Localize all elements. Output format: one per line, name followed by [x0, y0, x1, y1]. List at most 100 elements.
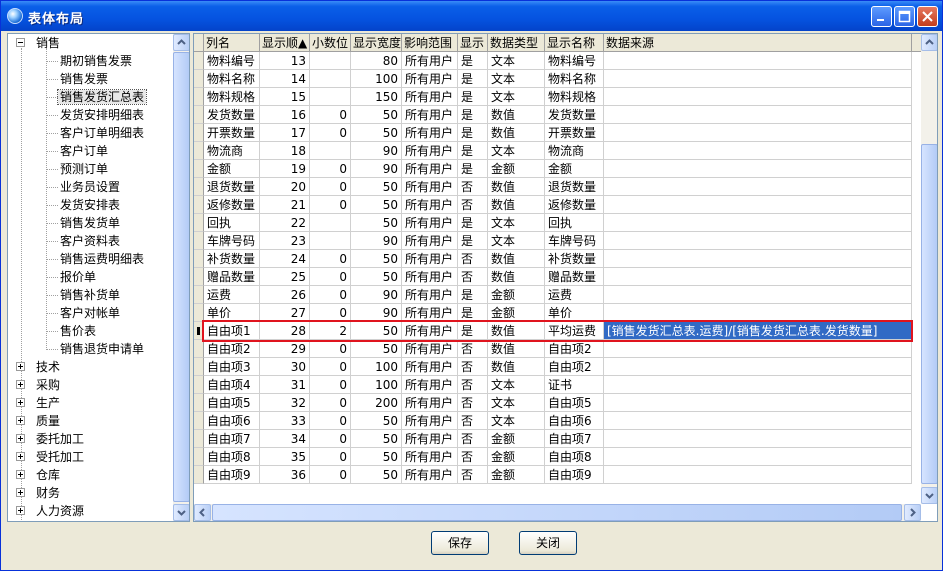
grid-cell[interactable]: 20 [260, 178, 310, 196]
grid-cell[interactable]: 自由项4 [204, 376, 260, 394]
grid-cell[interactable]: 0 [310, 304, 351, 322]
grid-cell[interactable]: 退货数量 [545, 178, 604, 196]
grid-cell[interactable]: 100 [351, 358, 402, 376]
grid-cell[interactable]: 50 [351, 124, 402, 142]
layout-grid[interactable]: 列名 显示顺▲ 小数位 显示宽度 影响范围 显示 数据类型 显示名称 数据来源 物料编号 13 80… [193, 33, 938, 522]
grid-cell[interactable] [604, 250, 912, 268]
row-indicator[interactable] [194, 358, 204, 376]
grid-cell[interactable]: 文本 [488, 412, 545, 430]
grid-cell[interactable]: 文本 [488, 88, 545, 106]
grid-cell[interactable]: 23 [260, 232, 310, 250]
grid-cell[interactable]: 所有用户 [402, 106, 458, 124]
grid-cell[interactable]: 0 [310, 340, 351, 358]
table-row[interactable]: 物料编号 13 80 所有用户是文本 物料编号 [194, 52, 912, 70]
grid-cell[interactable]: 发货数量 [545, 106, 604, 124]
grid-cell[interactable]: 50 [351, 322, 402, 340]
tree-scroll-down-button[interactable] [173, 504, 189, 521]
grid-cell[interactable]: 自由项5 [204, 394, 260, 412]
row-indicator[interactable] [194, 196, 204, 214]
grid-cell[interactable]: 文本 [488, 394, 545, 412]
table-row[interactable]: 自由项6 33 0 50 所有用户否文本 自由项6 [194, 412, 912, 430]
table-row[interactable]: 自由项1 28 2 50 所有用户是数值 平均运费 [销售发货汇总表.运费]/[销售发货汇总… [194, 322, 912, 340]
row-indicator[interactable] [194, 160, 204, 178]
grid-cell[interactable]: 文本 [488, 376, 545, 394]
grid-cell[interactable] [604, 394, 912, 412]
grid-cell[interactable] [604, 70, 912, 88]
grid-cell[interactable]: 开票数量 [204, 124, 260, 142]
grid-cell[interactable] [604, 124, 912, 142]
tree-node-sales-child[interactable]: 业务员设置 [58, 178, 122, 196]
grid-cell[interactable] [310, 142, 351, 160]
tree-node-module[interactable]: 采购 [34, 376, 62, 394]
grid-cell[interactable]: 否 [458, 178, 488, 196]
grid-cell[interactable]: 物料规格 [204, 88, 260, 106]
row-indicator[interactable] [194, 70, 204, 88]
grid-cell[interactable]: 金额 [545, 160, 604, 178]
grid-cell[interactable]: 物料编号 [204, 52, 260, 70]
grid-cell[interactable]: 0 [310, 250, 351, 268]
row-indicator[interactable] [194, 304, 204, 322]
grid-cell[interactable]: 金额 [488, 430, 545, 448]
tree-node-sales-child[interactable]: 客户订单 [58, 142, 110, 160]
grid-cell[interactable]: 所有用户 [402, 70, 458, 88]
tree-expand-button[interactable] [16, 470, 25, 479]
table-row[interactable]: 退货数量 20 0 50 所有用户否数值 退货数量 [194, 178, 912, 196]
grid-cell[interactable] [604, 232, 912, 250]
row-indicator[interactable] [194, 124, 204, 142]
tree-expand-button[interactable] [16, 398, 25, 407]
tree-node-module[interactable]: 人力资源 [34, 502, 86, 520]
grid-cell[interactable]: 否 [458, 448, 488, 466]
grid-cell[interactable]: 物料编号 [545, 52, 604, 70]
grid-cell[interactable] [604, 376, 912, 394]
grid-cell[interactable]: 32 [260, 394, 310, 412]
tree-node-sales-child[interactable]: 发货安排明细表 [58, 106, 146, 124]
grid-cell[interactable]: 文本 [488, 52, 545, 70]
grid-cell[interactable]: 平均运费 [545, 322, 604, 340]
tree-scroll-up-button[interactable] [173, 34, 189, 51]
row-indicator[interactable] [194, 322, 204, 340]
tree-node-sales-child[interactable]: 销售发货单 [58, 214, 122, 232]
grid-cell[interactable] [310, 214, 351, 232]
tree-node-module[interactable]: 仓库 [34, 466, 62, 484]
grid-vertical-scrollbar[interactable] [921, 34, 937, 504]
grid-cell[interactable]: 50 [351, 106, 402, 124]
table-row[interactable]: 补货数量 24 0 50 所有用户否数值 补货数量 [194, 250, 912, 268]
grid-cell[interactable]: 0 [310, 412, 351, 430]
grid-cell[interactable]: 文本 [488, 214, 545, 232]
grid-cell[interactable] [604, 106, 912, 124]
grid-cell[interactable]: 25 [260, 268, 310, 286]
grid-cell[interactable]: 50 [351, 178, 402, 196]
grid-cell[interactable]: 数值 [488, 124, 545, 142]
tree-expand-button[interactable] [16, 362, 25, 371]
table-row[interactable]: 自由项9 36 0 50 所有用户否金额 自由项9 [194, 466, 912, 484]
tree-node-sales-child[interactable]: 销售发票 [58, 70, 110, 88]
grid-cell[interactable]: 所有用户 [402, 322, 458, 340]
row-indicator[interactable] [194, 106, 204, 124]
grid-cell[interactable]: 所有用户 [402, 430, 458, 448]
grid-cell[interactable] [604, 466, 912, 484]
grid-cell[interactable]: 34 [260, 430, 310, 448]
table-row[interactable]: 物料规格 15 150 所有用户是文本 物料规格 [194, 88, 912, 106]
grid-cell[interactable]: 0 [310, 448, 351, 466]
column-header[interactable]: 列名 [204, 34, 260, 52]
grid-cell[interactable]: 所有用户 [402, 88, 458, 106]
grid-cell[interactable]: 车牌号码 [545, 232, 604, 250]
row-indicator[interactable] [194, 430, 204, 448]
grid-cell[interactable]: 所有用户 [402, 160, 458, 178]
grid-cell[interactable]: 自由项3 [204, 358, 260, 376]
grid-cell[interactable]: 0 [310, 160, 351, 178]
grid-cell[interactable]: 回执 [545, 214, 604, 232]
tree-vertical-scrollbar[interactable] [173, 34, 189, 521]
grid-cell[interactable]: 50 [351, 430, 402, 448]
column-header[interactable]: 显示顺▲ [260, 34, 310, 52]
grid-cell[interactable]: 是 [458, 88, 488, 106]
table-row[interactable]: 自由项2 29 0 50 所有用户否数值 自由项2 [194, 340, 912, 358]
grid-cell[interactable]: 自由项9 [204, 466, 260, 484]
grid-cell[interactable]: 0 [310, 358, 351, 376]
grid-cell[interactable]: 物料名称 [204, 70, 260, 88]
grid-cell[interactable]: 是 [458, 160, 488, 178]
grid-scroll-left-button[interactable] [194, 504, 211, 521]
grid-cell[interactable]: 50 [351, 196, 402, 214]
table-row[interactable]: 自由项7 34 0 50 所有用户否金额 自由项7 [194, 430, 912, 448]
tree-node-sales-child[interactable]: 售价表 [58, 322, 98, 340]
